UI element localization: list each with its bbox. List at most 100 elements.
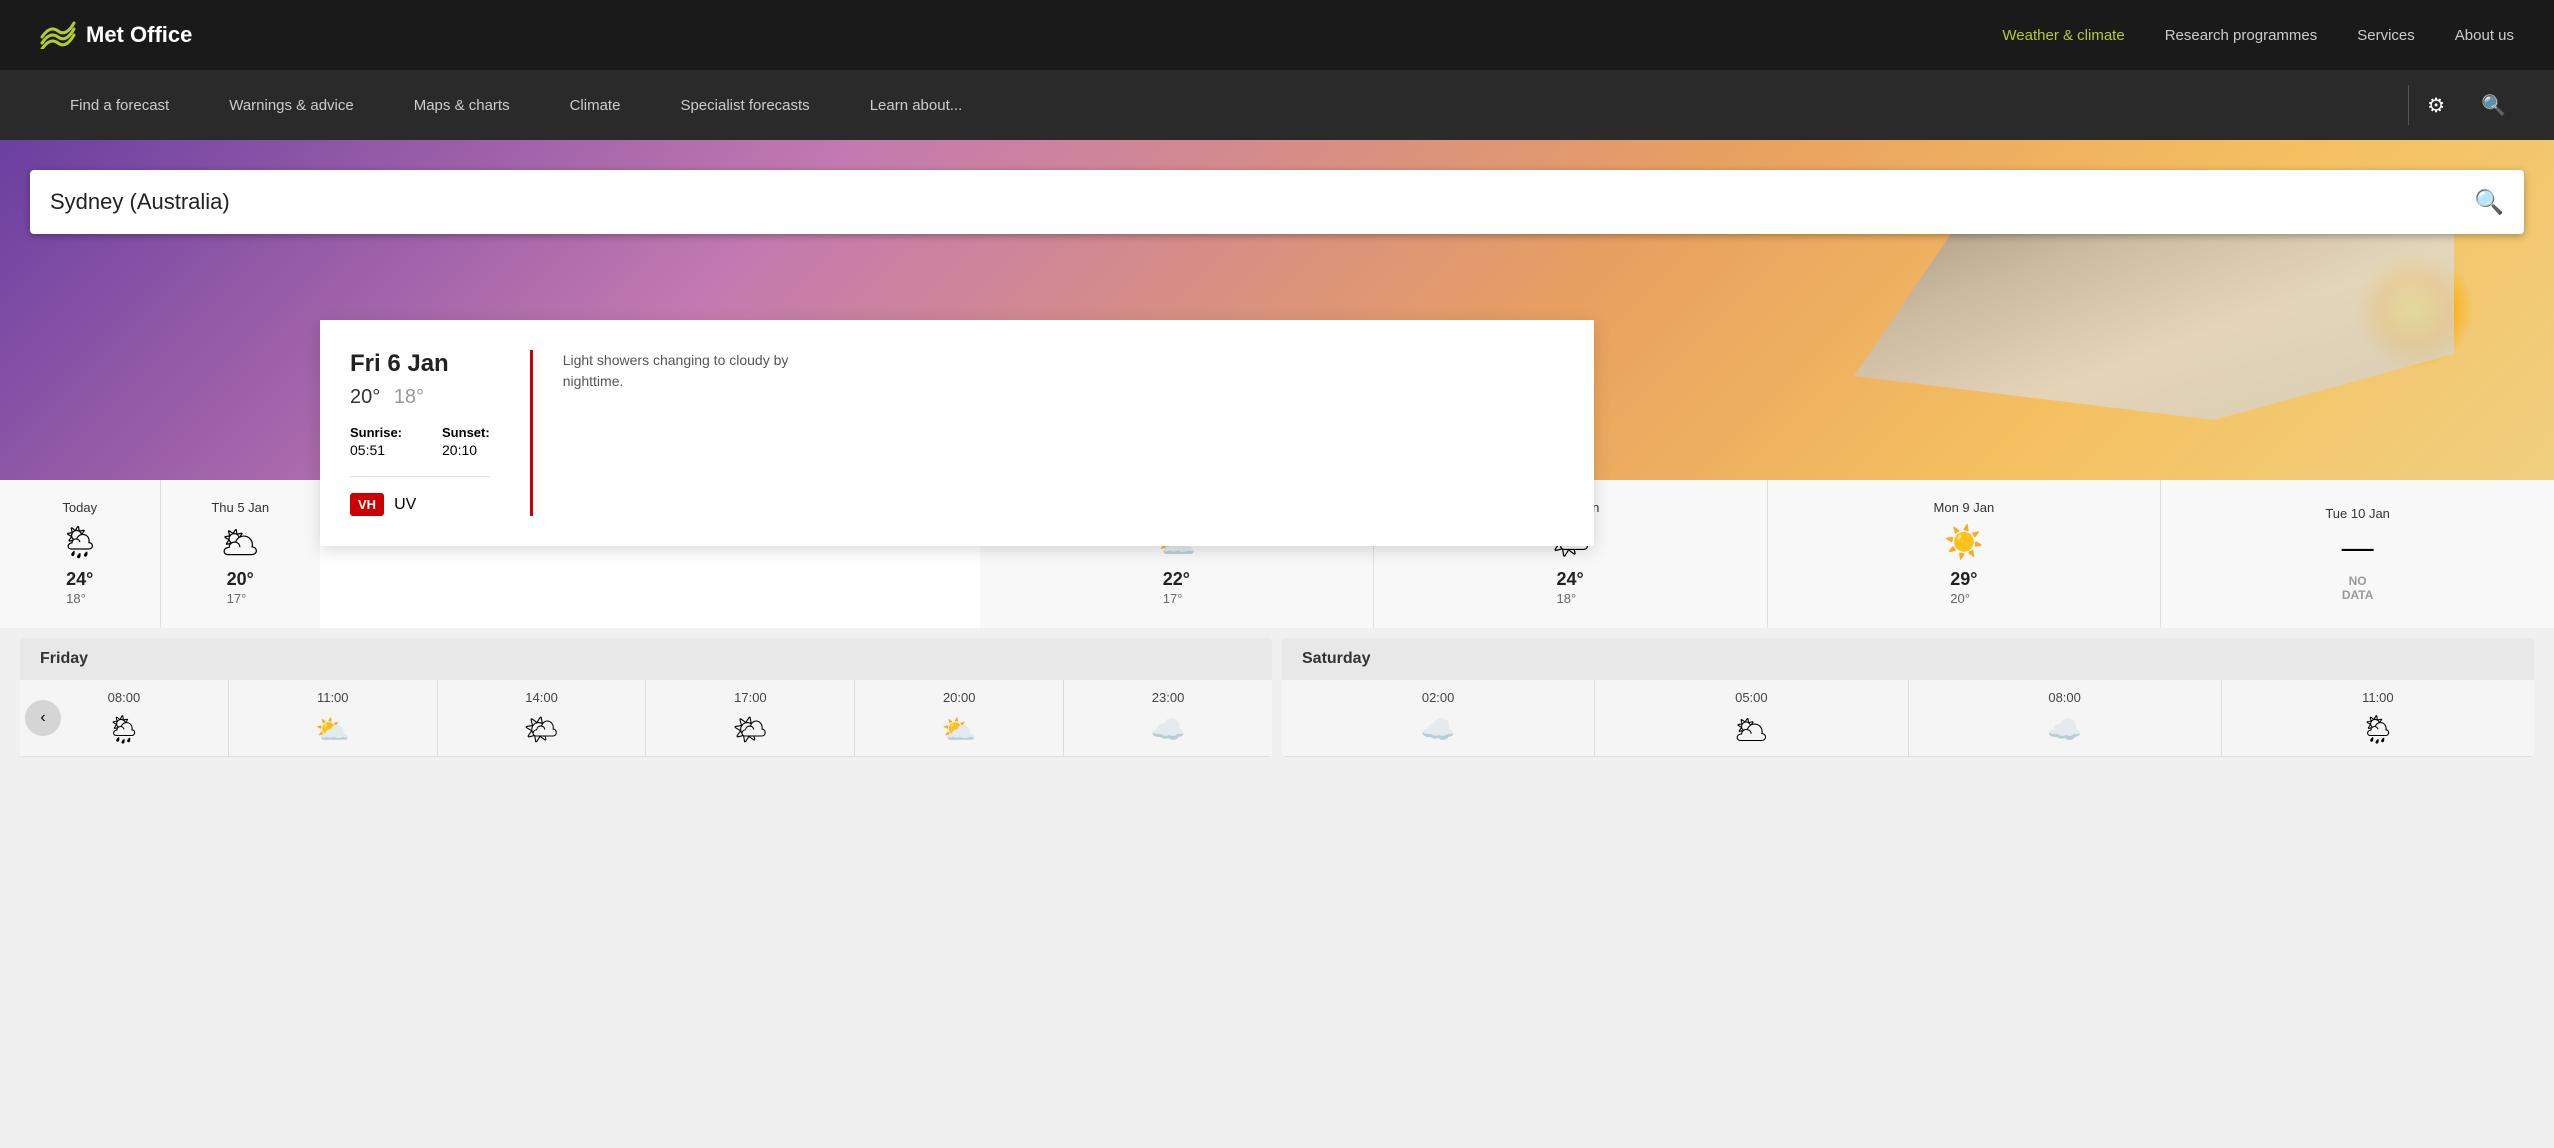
hourly-col-s0200: 02:00 ☁️ [1282,680,1595,756]
hourly-time: 08:00 [2048,690,2081,705]
search-submit-button[interactable]: 🔍 [2474,188,2504,217]
day-label: Thu 5 Jan [211,500,269,515]
sun-row: Sunrise: 05:51 Sunset: 20:10 [350,425,490,460]
temp-high: 20° [227,569,254,589]
hourly-col-2000: 20:00 ⛅ [855,680,1064,756]
no-data: NO DATA [2342,574,2374,602]
saturday-times: 02:00 ☁️ 05:00 🌥 08:00 ☁️ 11:00 🌦 [1282,680,2534,757]
top-nav-weather[interactable]: Weather & climate [2002,27,2124,44]
hourly-col-2300: 23:00 ☁️ [1064,680,1272,756]
hourly-icon: ☁️ [1151,713,1186,746]
temp-high: 22° [1163,569,1190,589]
detail-date: Fri 6 Jan [350,350,490,378]
sub-nav-links: Find a forecast Warnings & advice Maps &… [40,70,2398,140]
day-label: Tue 10 Jan [2325,506,2390,521]
hourly-icon: 🌦 [106,713,142,746]
weather-icon: 🌦 [59,523,100,561]
settings-icon[interactable]: ⚙ [2419,85,2453,126]
detail-temps: 20° 18° [350,386,490,409]
day-card-tue[interactable]: Tue 10 Jan — NO DATA [2161,480,2554,628]
detail-temp-low: 18° [394,386,424,408]
hourly-col-s0800: 08:00 ☁️ [1909,680,2222,756]
day-card-mon[interactable]: Mon 9 Jan ☀️ 29° 20° [1768,480,2162,628]
sub-nav-learn[interactable]: Learn about... [840,70,993,140]
day-label: Today [62,500,97,515]
temp-low: 17° [227,591,247,606]
hourly-col-1100: 11:00 ⛅ [229,680,438,756]
temp-row: 20° 17° [227,569,254,608]
temp-low: 17° [1163,591,1183,606]
hourly-icon: 🌥 [1734,713,1770,746]
sub-nav-specialist[interactable]: Specialist forecasts [650,70,839,140]
search-bar: Sydney (Australia) 🔍 [30,170,2524,234]
forecast-detail-card: Fri 6 Jan 20° 18° Sunrise: 05:51 Sunset:… [320,320,1594,546]
saturday-header: Saturday [1282,638,2534,680]
hourly-prev-arrow[interactable]: ‹ [25,700,61,736]
hourly-time: 17:00 [734,690,767,705]
top-nav-about[interactable]: About us [2455,27,2514,44]
hourly-time: 23:00 [1152,690,1185,705]
temp-row: 22° 17° [1163,569,1190,608]
sub-nav-forecast[interactable]: Find a forecast [40,70,199,140]
day-label: Mon 9 Jan [1934,500,1995,515]
hourly-section: Friday ‹ 08:00 🌦 11:00 ⛅ 14:00 🌤 [0,628,2554,777]
weather-icon: ☀️ [1944,523,1984,561]
hourly-time: 11:00 [317,690,349,705]
hourly-icon: 🌤 [524,713,560,746]
friday-hourly-panel: Friday ‹ 08:00 🌦 11:00 ⛅ 14:00 🌤 [20,638,1272,757]
top-nav-services[interactable]: Services [2357,27,2415,44]
hourly-icon: ⛅ [315,713,350,746]
temp-high: 29° [1950,569,1977,589]
weather-icon: — [2342,529,2374,566]
hourly-icon: ☁️ [2047,713,2082,746]
day-card-today[interactable]: Today 🌦 24° 18° [0,480,161,628]
location-search-input[interactable]: Sydney (Australia) [50,189,2474,215]
temp-low: 18° [1557,591,1577,606]
search-container: Sydney (Australia) 🔍 [30,170,2524,234]
left-day-cards: Today 🌦 24° 18° Thu 5 Jan 🌥 20° 17° [0,480,320,628]
hourly-time: 08:00 [108,690,141,705]
logo-text: Met Office [86,22,192,48]
sub-nav-climate[interactable]: Climate [540,70,651,140]
temp-row: 24° 18° [66,569,93,608]
sunrise-value: 05:51 [350,442,385,458]
uv-badge: VH [350,493,384,516]
sub-nav-warnings[interactable]: Warnings & advice [199,70,384,140]
friday-header: Friday [20,638,1272,680]
hourly-col-1700: 17:00 🌤 [646,680,855,756]
temp-high: 24° [1557,569,1584,589]
hourly-time: 02:00 [1422,690,1455,705]
sub-nav-maps[interactable]: Maps & charts [384,70,540,140]
nav-divider [2408,85,2409,125]
temp-row: 24° 18° [1557,569,1584,608]
hourly-time: 11:00 [2362,690,2394,705]
uv-label: UV [394,496,416,514]
logo-area: Met Office [40,21,192,49]
day-card-thu[interactable]: Thu 5 Jan 🌥 20° 17° [161,480,321,628]
forecast-wrapper: Fri 6 Jan 20° 18° Sunrise: 05:51 Sunset:… [0,480,2554,777]
temp-low: 20° [1950,591,1970,606]
hourly-icon: 🌤 [733,713,769,746]
temp-low: 18° [66,591,86,606]
detail-temp-high: 20° [350,386,380,408]
top-nav-links: Weather & climate Research programmes Se… [2002,27,2514,44]
temp-row: 29° 20° [1950,569,1977,608]
met-office-logo-icon [40,21,76,49]
sunrise-label: Sunrise: [350,425,402,440]
sunset-value: 20:10 [442,442,477,458]
uv-row: VH UV [350,476,490,516]
saturday-hourly-panel: Saturday 02:00 ☁️ 05:00 🌥 08:00 ☁️ 11:00… [1282,638,2534,757]
sub-navigation: Find a forecast Warnings & advice Maps &… [0,70,2554,140]
friday-times: ‹ 08:00 🌦 11:00 ⛅ 14:00 🌤 17:00 [20,680,1272,757]
sunset-label: Sunset: [442,425,490,440]
temp-high: 24° [66,569,93,589]
hourly-icon: ☁️ [1421,713,1456,746]
hourly-time: 20:00 [943,690,976,705]
hourly-icon: 🌦 [2360,713,2396,746]
search-icon[interactable]: 🔍 [2473,85,2514,126]
hourly-col-1400: 14:00 🌤 [438,680,647,756]
hourly-icon: ⛅ [942,713,977,746]
top-navigation: Met Office Weather & climate Research pr… [0,0,2554,70]
top-nav-research[interactable]: Research programmes [2165,27,2318,44]
hourly-col-s1100: 11:00 🌦 [2222,680,2534,756]
